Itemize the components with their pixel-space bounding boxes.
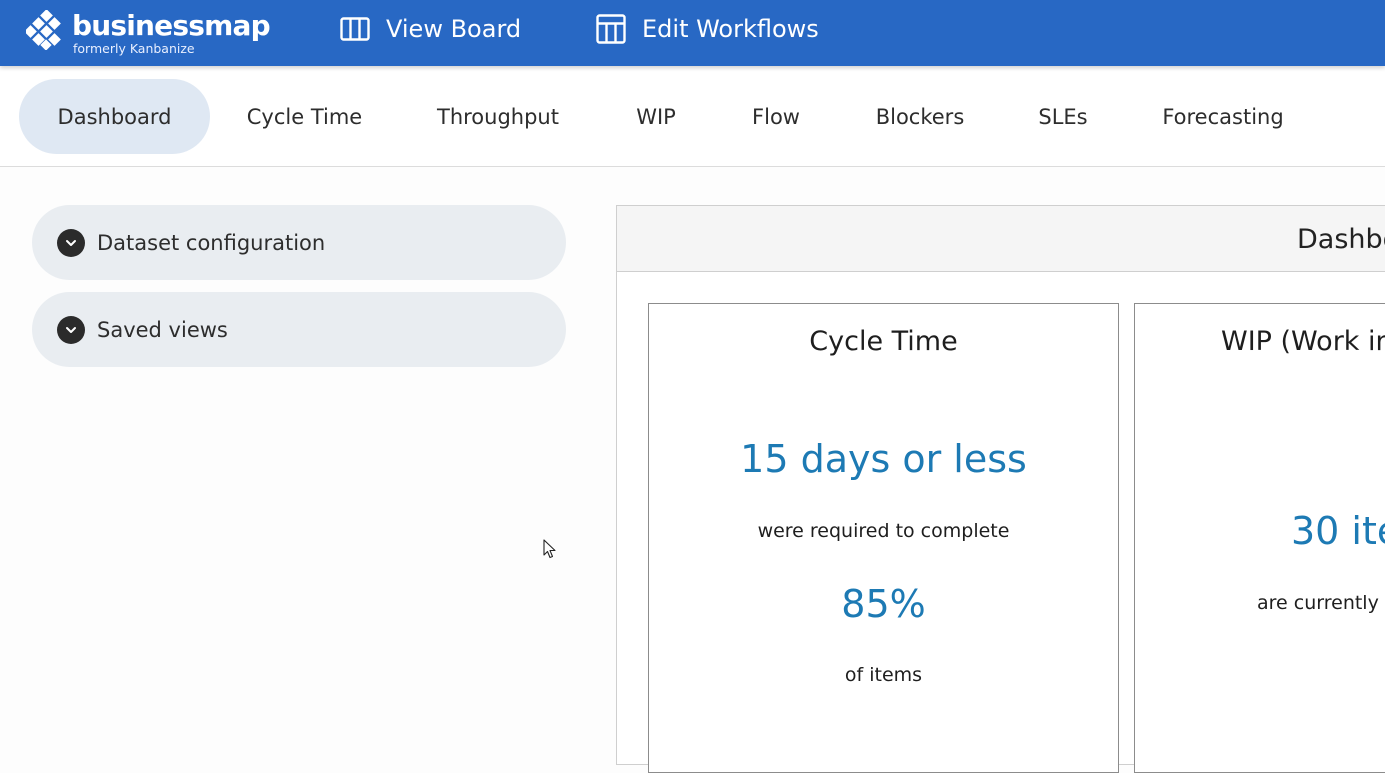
chevron-down-icon xyxy=(57,228,85,257)
edit-workflows-link[interactable]: Edit Workflows xyxy=(596,0,819,58)
edit-workflows-label: Edit Workflows xyxy=(642,15,819,43)
dashboard-title: Dashbo xyxy=(1297,224,1385,255)
workflow-table-icon xyxy=(596,14,626,44)
dataset-configuration-accordion[interactable]: Dataset configuration xyxy=(32,205,566,280)
tab-dashboard[interactable]: Dashboard xyxy=(19,79,210,154)
businessmap-logo[interactable]: businessmap formerly Kanbanize xyxy=(26,9,271,56)
businessmap-logo-icon xyxy=(26,10,61,50)
chevron-down-icon xyxy=(57,315,85,344)
wip-items-value: 30 ite xyxy=(1291,509,1385,553)
card-title: Cycle Time xyxy=(809,326,958,357)
view-board-link[interactable]: View Board xyxy=(340,0,521,58)
tab-flow[interactable]: Flow xyxy=(736,79,816,154)
cycle-time-items-caption: of items xyxy=(844,664,923,686)
brand-subtitle: formerly Kanbanize xyxy=(73,41,195,56)
wip-caption: are currently i xyxy=(1257,592,1385,614)
tab-cycle-time[interactable]: Cycle Time xyxy=(232,79,377,154)
mouse-cursor-icon xyxy=(543,539,556,559)
cycle-time-percentile-value: 85% xyxy=(841,582,926,626)
dashboard-panel: Dashbo Cycle Time 15 days or less were r… xyxy=(616,205,1385,773)
tab-throughput[interactable]: Throughput xyxy=(420,79,576,154)
board-columns-icon xyxy=(340,17,370,41)
cycle-time-days-value: 15 days or less xyxy=(740,437,1027,481)
dataset-configuration-label: Dataset configuration xyxy=(97,230,326,255)
dashboard-panel-header: Dashbo xyxy=(617,206,1385,272)
tab-blockers[interactable]: Blockers xyxy=(860,79,980,154)
saved-views-label: Saved views xyxy=(97,317,228,342)
tab-forecasting[interactable]: Forecasting xyxy=(1146,79,1300,154)
cycle-time-caption: were required to complete xyxy=(757,520,1010,542)
brand-name: businessmap xyxy=(72,9,271,42)
view-board-label: View Board xyxy=(386,15,522,43)
saved-views-accordion[interactable]: Saved views xyxy=(32,292,566,367)
card-title: WIP (Work in xyxy=(1221,326,1385,357)
tab-wip[interactable]: WIP xyxy=(620,79,692,154)
cycle-time-card: Cycle Time 15 days or less were required… xyxy=(648,303,1119,773)
wip-card: WIP (Work in 30 ite are currently i xyxy=(1134,303,1385,773)
tab-sles[interactable]: SLEs xyxy=(1024,79,1102,154)
top-navigation-bar: businessmap formerly Kanbanize View Boar… xyxy=(0,0,1385,66)
analytics-tabs: Dashboard Cycle Time Throughput WIP Flow… xyxy=(0,66,1385,167)
